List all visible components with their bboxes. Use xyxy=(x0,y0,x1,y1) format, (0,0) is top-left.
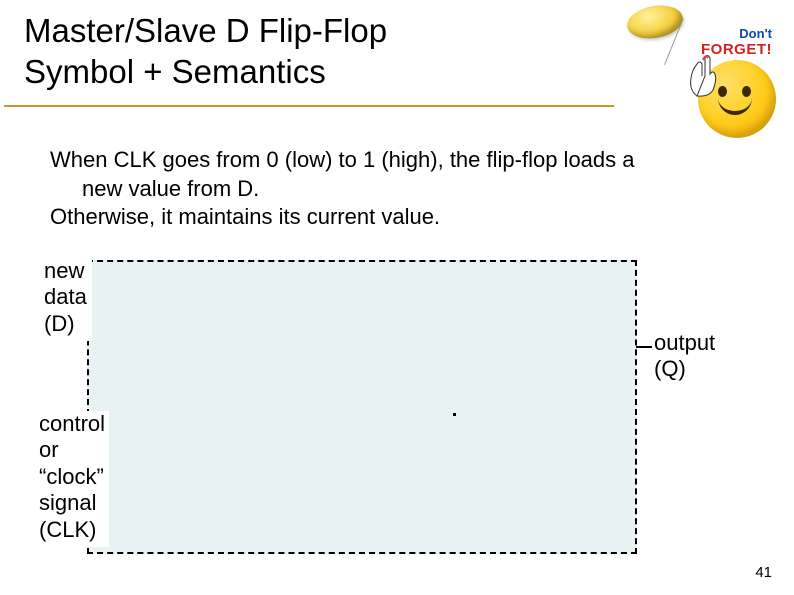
output-lead-line xyxy=(636,346,652,348)
dont-forget-sticker: Don't FORGET! xyxy=(602,4,782,134)
title-underline xyxy=(4,105,614,107)
label-new-data-l2: data xyxy=(44,284,92,310)
diagram-dashed-box xyxy=(87,260,637,554)
smiley-mouth xyxy=(718,98,752,115)
label-clock-l3: “clock” xyxy=(39,464,109,490)
crossed-fingers-icon xyxy=(682,50,724,98)
body-sentence2: Otherwise, it maintains its current valu… xyxy=(50,204,440,229)
body-sentence1b: new value from D. xyxy=(50,175,750,204)
page-number: 41 xyxy=(755,564,772,581)
label-new-data-l3: (D) xyxy=(44,311,92,337)
label-new-data-l1: new xyxy=(44,258,92,284)
body-sentence1a: When CLK goes from 0 (low) to 1 (high), … xyxy=(50,147,635,172)
label-output-l2: (Q) xyxy=(654,356,734,382)
label-new-data: new data (D) xyxy=(44,258,92,341)
label-clock-l4: signal xyxy=(39,490,109,516)
label-clock-l5: (CLK) xyxy=(39,517,109,543)
label-output: output (Q) xyxy=(654,330,734,383)
smiley-eye-right xyxy=(742,86,751,97)
sticker-line1: Don't xyxy=(701,26,772,41)
label-clock-l1: control xyxy=(39,411,109,437)
label-clock: control or “clock” signal (CLK) xyxy=(39,411,109,547)
label-clock-l2: or xyxy=(39,437,109,463)
label-output-l1: output xyxy=(654,330,734,356)
body-text: When CLK goes from 0 (low) to 1 (high), … xyxy=(50,146,750,232)
diagram-area xyxy=(87,260,637,554)
stray-dot xyxy=(453,413,456,416)
